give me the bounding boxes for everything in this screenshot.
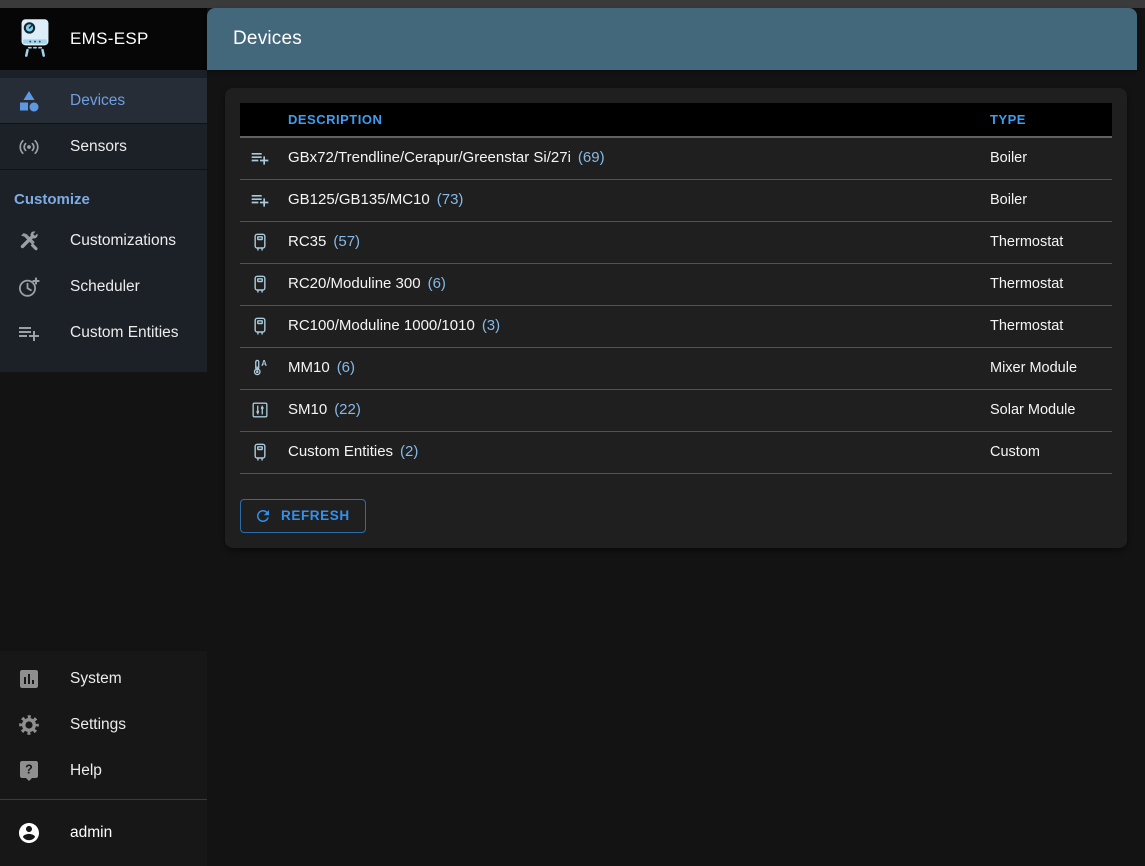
sidebar: EMS-ESP Devices bbox=[0, 8, 207, 866]
sidebar-item-devices[interactable]: Devices bbox=[0, 78, 207, 124]
entity-count: (3) bbox=[482, 317, 500, 334]
devices-card: DESCRIPTION TYPE GBx72/Trendline/Cerapur… bbox=[225, 88, 1127, 548]
table-row[interactable]: Custom Entities (2) Custom bbox=[240, 431, 1112, 473]
refresh-icon bbox=[254, 507, 272, 525]
sidebar-item-customizations[interactable]: Customizations bbox=[0, 218, 207, 264]
device-name: RC35 bbox=[288, 233, 326, 250]
boiler-icon bbox=[250, 274, 288, 294]
boiler-icon bbox=[250, 232, 288, 252]
sidebar-item-label: Devices bbox=[70, 92, 125, 110]
device-type: Solar Module bbox=[990, 389, 1112, 431]
help-bubble-icon: ? bbox=[17, 759, 41, 783]
main-area: Devices DESCRIPTION TYPE bbox=[207, 8, 1145, 866]
sidebar-item-custom-entities[interactable]: Custom Entities bbox=[0, 310, 207, 356]
sidebar-user-admin[interactable]: admin bbox=[0, 800, 207, 866]
sidebar-nav-main: Devices Sen bbox=[0, 70, 207, 372]
table-row[interactable]: SM10 (22) Solar Module bbox=[240, 389, 1112, 431]
sidebar-item-label: Sensors bbox=[70, 138, 127, 156]
entity-count: (57) bbox=[333, 233, 360, 250]
ems-esp-app: EMS-ESP Devices bbox=[0, 0, 1145, 866]
devices-table: DESCRIPTION TYPE GBx72/Trendline/Cerapur… bbox=[240, 103, 1112, 474]
sidebar-spacer bbox=[0, 372, 207, 651]
device-name: GBx72/Trendline/Cerapur/Greenstar Si/27i bbox=[288, 149, 571, 166]
app-title: EMS-ESP bbox=[70, 29, 149, 49]
table-row[interactable]: RC100/Moduline 1000/1010 (3) Thermostat bbox=[240, 305, 1112, 347]
entity-count: (2) bbox=[400, 443, 418, 460]
entity-count: (6) bbox=[337, 359, 355, 376]
svg-text:A: A bbox=[261, 359, 267, 368]
entity-count: (6) bbox=[428, 275, 446, 292]
app-bar: Devices bbox=[207, 8, 1137, 70]
sidebar-item-help[interactable]: ? Help bbox=[0, 748, 207, 794]
sidebar-item-label: Help bbox=[70, 762, 102, 780]
sidebar-item-label: Customizations bbox=[70, 232, 176, 250]
sidebar-item-label: Settings bbox=[70, 716, 126, 734]
device-type: Thermostat bbox=[990, 263, 1112, 305]
icon-column-header bbox=[240, 103, 288, 137]
table-row[interactable]: RC35 (57) Thermostat bbox=[240, 221, 1112, 263]
device-type: Custom bbox=[990, 431, 1112, 473]
user-name: admin bbox=[70, 824, 112, 842]
table-row[interactable]: A MM10 (6) Mixer Module bbox=[240, 347, 1112, 389]
window-top-strip bbox=[0, 0, 1145, 8]
refresh-button-label: REFRESH bbox=[281, 508, 350, 523]
page-title: Devices bbox=[233, 28, 302, 50]
boiler-icon bbox=[250, 442, 288, 462]
device-name: RC100/Moduline 1000/1010 bbox=[288, 317, 475, 334]
more-time-icon bbox=[17, 275, 41, 299]
device-type: Mixer Module bbox=[990, 347, 1112, 389]
entity-count: (22) bbox=[334, 401, 361, 418]
playlist-add-icon bbox=[17, 321, 41, 345]
sidebar-item-label: Custom Entities bbox=[70, 324, 179, 342]
entity-count: (69) bbox=[578, 149, 605, 166]
entity-count: (73) bbox=[437, 191, 464, 208]
device-type: Thermostat bbox=[990, 305, 1112, 347]
playlist-add-icon bbox=[250, 148, 288, 168]
thermostat-auto-icon: A bbox=[250, 358, 288, 378]
construction-icon bbox=[17, 229, 41, 253]
type-column-header: TYPE bbox=[990, 103, 1112, 137]
playlist-add-icon bbox=[250, 190, 288, 210]
gear-icon bbox=[17, 713, 41, 737]
sensors-icon bbox=[17, 135, 41, 159]
sliders-box-icon bbox=[250, 400, 288, 420]
refresh-button[interactable]: REFRESH bbox=[240, 499, 366, 533]
sidebar-section-customize: Customize bbox=[0, 170, 207, 218]
device-type: Thermostat bbox=[990, 221, 1112, 263]
device-name: SM10 bbox=[288, 401, 327, 418]
sidebar-item-settings[interactable]: Settings bbox=[0, 702, 207, 748]
sidebar-nav-bottom: System Settings ? bbox=[0, 651, 207, 799]
description-column-header: DESCRIPTION bbox=[288, 103, 990, 137]
device-name: GB125/GB135/MC10 bbox=[288, 191, 430, 208]
table-row[interactable]: GB125/GB135/MC10 (73) Boiler bbox=[240, 179, 1112, 221]
content-area: DESCRIPTION TYPE GBx72/Trendline/Cerapur… bbox=[207, 70, 1145, 866]
boiler-logo-icon bbox=[16, 17, 54, 61]
sidebar-item-scheduler[interactable]: Scheduler bbox=[0, 264, 207, 310]
sidebar-item-label: Scheduler bbox=[70, 278, 140, 296]
device-type: Boiler bbox=[990, 179, 1112, 221]
assessment-icon bbox=[17, 667, 41, 691]
sidebar-item-sensors[interactable]: Sensors bbox=[0, 124, 207, 170]
sidebar-item-system[interactable]: System bbox=[0, 656, 207, 702]
device-name: RC20/Moduline 300 bbox=[288, 275, 421, 292]
device-type: Boiler bbox=[990, 137, 1112, 179]
sidebar-item-label: System bbox=[70, 670, 122, 688]
boiler-icon bbox=[250, 316, 288, 336]
table-row[interactable]: GBx72/Trendline/Cerapur/Greenstar Si/27i… bbox=[240, 137, 1112, 179]
device-name: MM10 bbox=[288, 359, 330, 376]
account-circle-icon bbox=[17, 821, 41, 845]
table-header-row: DESCRIPTION TYPE bbox=[240, 103, 1112, 137]
table-row[interactable]: RC20/Moduline 300 (6) Thermostat bbox=[240, 263, 1112, 305]
category-icon bbox=[17, 89, 41, 113]
svg-text:?: ? bbox=[25, 763, 33, 777]
app-logo-area: EMS-ESP bbox=[0, 8, 207, 70]
device-name: Custom Entities bbox=[288, 443, 393, 460]
